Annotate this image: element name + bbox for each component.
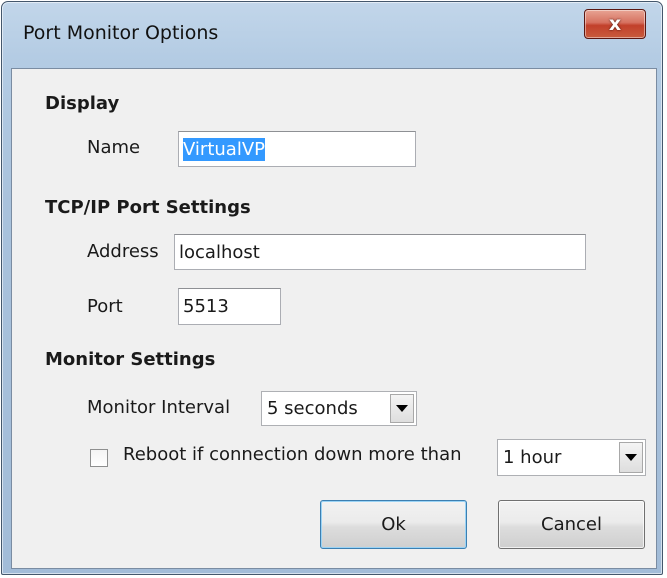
reboot-duration-value: 1 hour	[503, 447, 562, 468]
reboot-checkbox[interactable]	[90, 449, 108, 467]
tcpip-heading: TCP/IP Port Settings	[45, 197, 251, 218]
reboot-label[interactable]: Reboot if connection down more than	[123, 444, 462, 465]
reboot-duration-select[interactable]: 1 hour	[497, 439, 646, 476]
close-button[interactable]: x	[584, 9, 646, 39]
monitor-interval-select[interactable]: 5 seconds	[261, 391, 417, 426]
name-field-value: VirtualVP	[183, 137, 265, 161]
dialog-content: Display Name VirtualVP TCP/IP Port Setti…	[11, 68, 657, 569]
cancel-button[interactable]: Cancel	[498, 500, 645, 549]
ok-button[interactable]: Ok	[320, 500, 467, 549]
address-field[interactable]: localhost	[174, 234, 586, 270]
monitor-interval-dropdown-button[interactable]	[390, 394, 414, 423]
port-field[interactable]: 5513	[178, 288, 281, 325]
port-label: Port	[87, 296, 123, 317]
monitor-heading: Monitor Settings	[45, 349, 216, 370]
address-field-value: localhost	[179, 241, 260, 263]
chevron-down-icon	[396, 405, 408, 412]
close-icon: x	[608, 12, 622, 35]
name-field[interactable]: VirtualVP	[178, 131, 416, 167]
window-title: Port Monitor Options	[23, 22, 219, 44]
display-heading: Display	[45, 93, 120, 114]
name-label: Name	[87, 137, 141, 158]
reboot-duration-dropdown-button[interactable]	[619, 442, 643, 473]
chevron-down-icon	[625, 454, 637, 461]
port-field-value: 5513	[183, 296, 229, 317]
dialog-window: Port Monitor Options x Display Name Virt…	[1, 1, 663, 575]
monitor-interval-value: 5 seconds	[267, 398, 358, 419]
monitor-interval-label: Monitor Interval	[87, 397, 231, 418]
address-label: Address	[87, 241, 159, 262]
